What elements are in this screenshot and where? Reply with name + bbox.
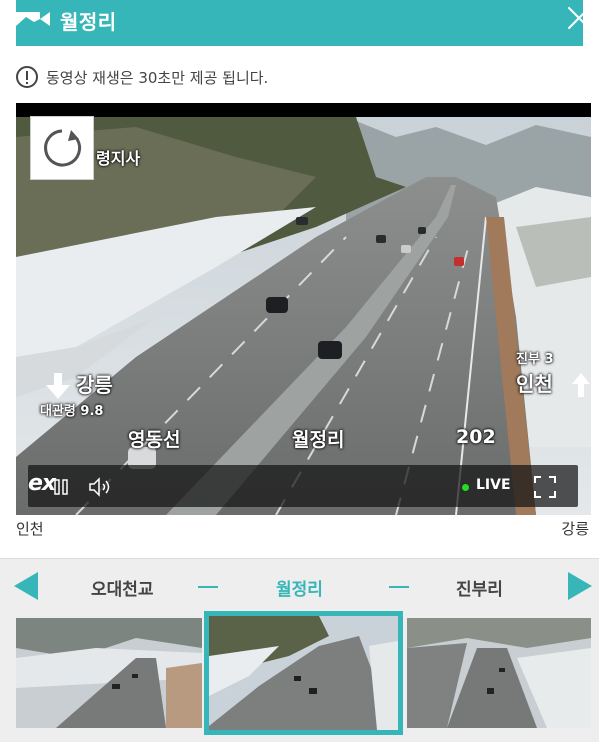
page-title: 월정리	[60, 10, 117, 34]
nav-separator	[389, 586, 409, 588]
thumbnail-current-frame[interactable]	[204, 611, 403, 735]
direction-right-label: 강릉	[561, 520, 589, 538]
overlay-distance-left: 대관령 9.8	[40, 404, 104, 419]
refresh-icon	[44, 129, 82, 167]
nav-current-label[interactable]: 월정리	[276, 575, 323, 600]
cctv-popup: 월정리 동영상 재생은 30초만 제공 됩니다. 령지사 강릉 대관령 9.8 …	[0, 0, 599, 742]
header: 월정리	[0, 0, 599, 46]
ex-logo: ex	[28, 471, 56, 496]
prev-arrow-icon[interactable]	[14, 572, 38, 600]
notice-text: 동영상 재생은 30초만 제공 됩니다.	[46, 68, 269, 87]
thumbnail-next[interactable]	[407, 618, 591, 728]
thumbnail-prev[interactable]	[16, 618, 202, 728]
volume-icon[interactable]	[88, 477, 114, 497]
live-indicator-dot	[462, 484, 469, 491]
nav-next-label[interactable]: 진부리	[456, 575, 503, 600]
overlay-location: 월정리	[292, 429, 345, 451]
refresh-button[interactable]	[30, 116, 94, 180]
info-icon	[16, 66, 38, 88]
overlay-direction-right: 인천	[516, 372, 553, 396]
close-button[interactable]	[565, 4, 593, 32]
fullscreen-icon[interactable]	[534, 476, 556, 498]
live-label: LIVE	[476, 477, 511, 493]
overlay-km-post: 202	[456, 426, 496, 448]
pause-icon[interactable]	[54, 479, 68, 495]
overlay-direction-left: 강릉	[76, 373, 113, 397]
next-arrow-icon[interactable]	[568, 572, 592, 600]
video-player[interactable]: 령지사 강릉 대관령 9.8 진부 3 인천 영동선 월정리 202 ex LI…	[16, 103, 591, 515]
overlay-site-name: 령지사	[96, 149, 141, 168]
up-arrow-icon	[572, 373, 590, 397]
video-control-bar: ex LIVE	[28, 465, 578, 507]
down-arrow-icon	[46, 373, 70, 399]
nav-prev-label[interactable]: 오대천교	[91, 575, 154, 600]
cctv-video-frame	[16, 117, 591, 515]
overlay-line-name: 영동선	[128, 429, 181, 451]
thumbnail-current	[209, 616, 398, 730]
notice: 동영상 재생은 30초만 제공 됩니다.	[16, 64, 268, 90]
direction-left-label: 인천	[16, 520, 44, 538]
overlay-direction-right-small: 진부 3	[516, 352, 554, 367]
nav-separator	[198, 586, 218, 588]
camera-icon	[16, 12, 50, 26]
